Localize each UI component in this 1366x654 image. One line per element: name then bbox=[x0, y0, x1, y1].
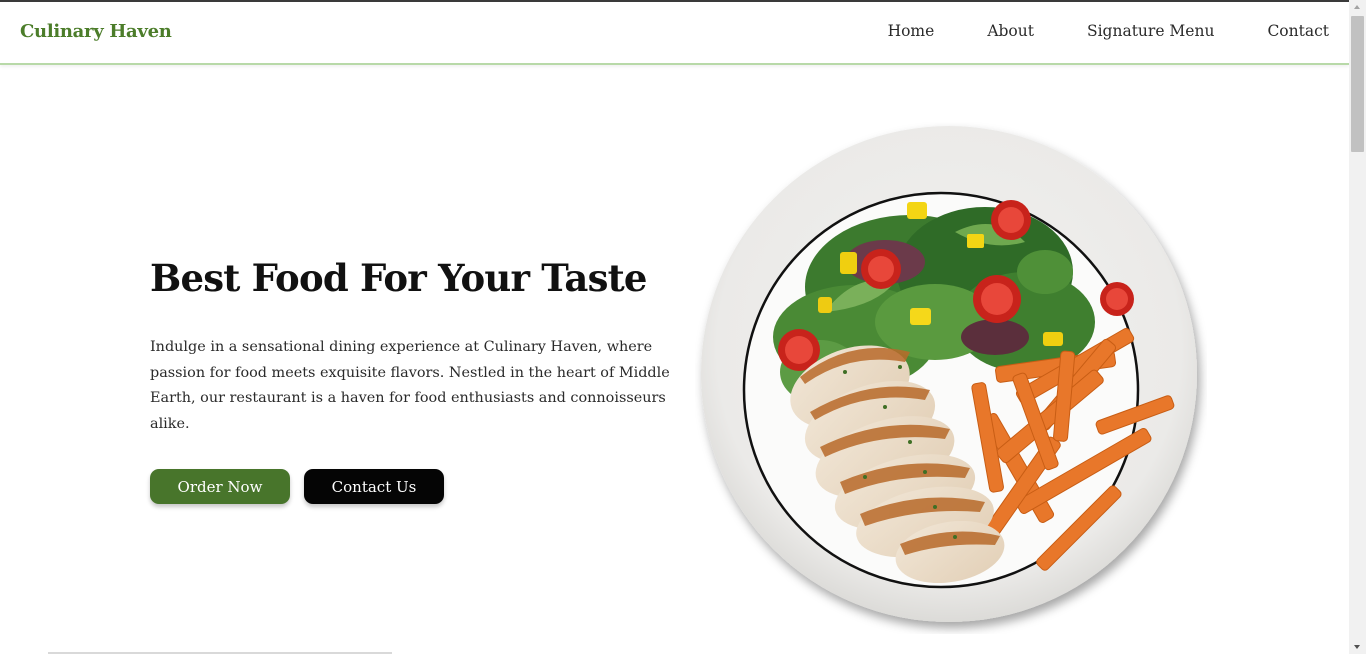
food-plate-image bbox=[695, 122, 1207, 634]
nav-links: Home About Signature Menu Contact bbox=[835, 22, 1329, 40]
scroll-down-icon[interactable] bbox=[1349, 640, 1366, 654]
contact-us-button[interactable]: Contact Us bbox=[304, 469, 444, 504]
nav-home-link[interactable]: Home bbox=[888, 22, 935, 40]
nav-signature-menu-link[interactable]: Signature Menu bbox=[1087, 22, 1214, 40]
vertical-scrollbar[interactable] bbox=[1349, 0, 1366, 654]
hero-title: Best Food For Your Taste bbox=[150, 256, 647, 300]
navbar: Culinary Haven Home About Signature Menu… bbox=[0, 2, 1349, 65]
brand-logo[interactable]: Culinary Haven bbox=[20, 21, 172, 42]
order-now-button[interactable]: Order Now bbox=[150, 469, 290, 504]
nav-contact-link[interactable]: Contact bbox=[1267, 22, 1329, 40]
scroll-up-icon[interactable] bbox=[1349, 0, 1366, 14]
scrollbar-thumb[interactable] bbox=[1351, 16, 1364, 152]
nav-about-link[interactable]: About bbox=[987, 22, 1034, 40]
hero-description: Indulge in a sensational dining experien… bbox=[150, 339, 670, 432]
